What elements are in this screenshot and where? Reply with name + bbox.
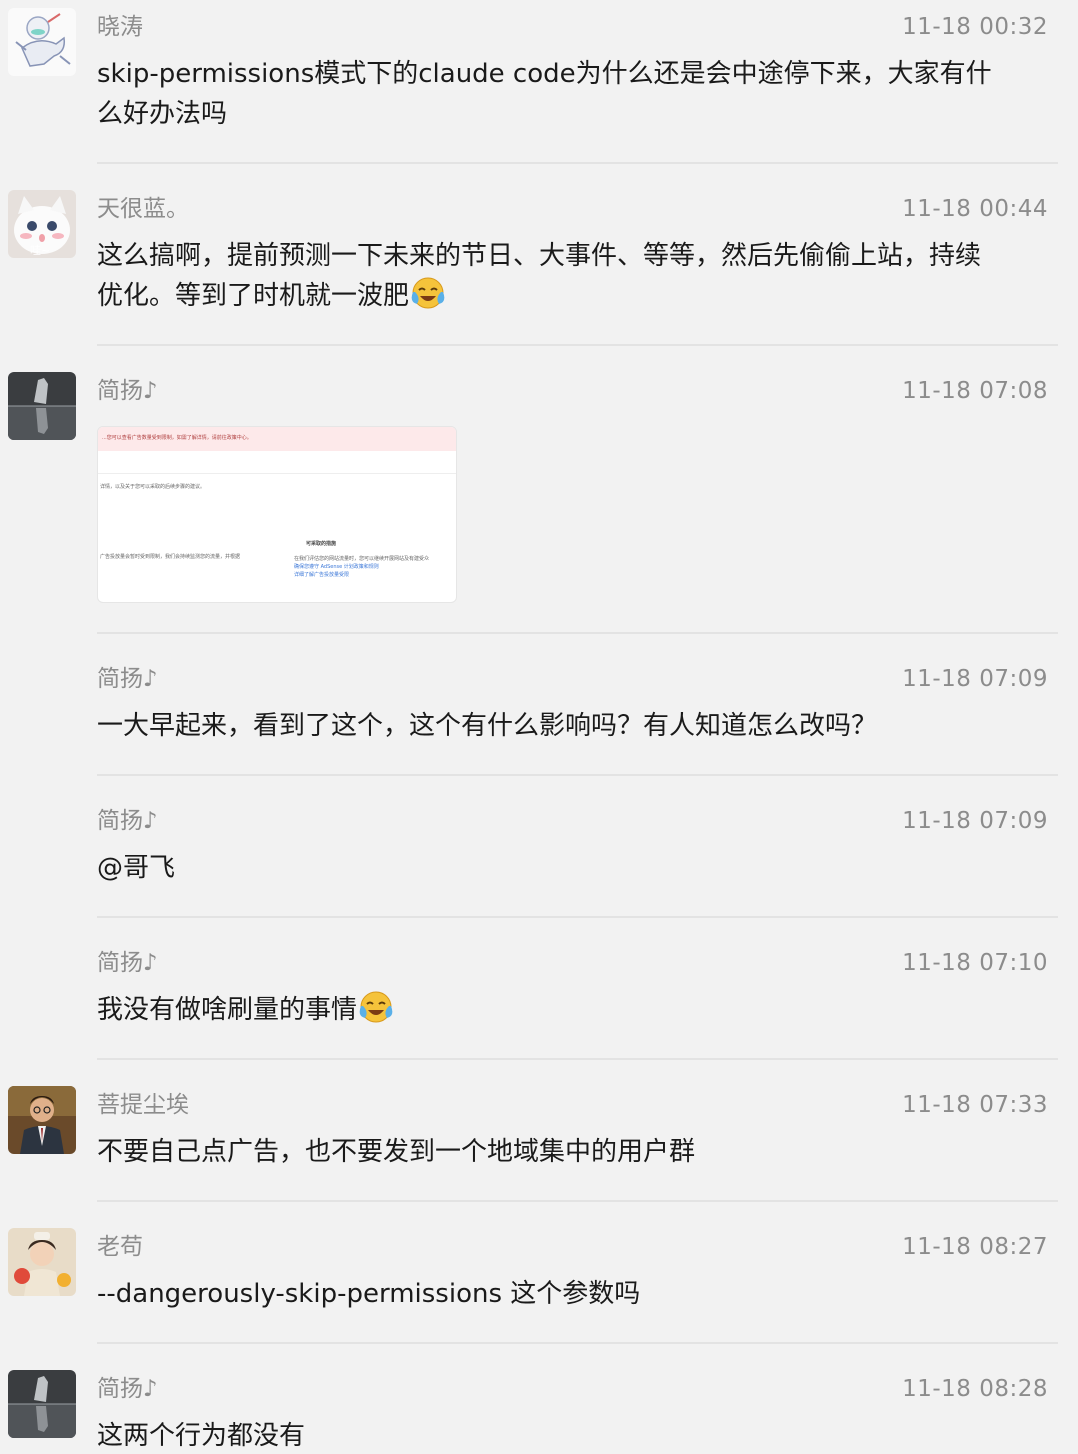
image-body-text: 详情，以及关于您可以采取的后续步骤的建议。 <box>100 484 206 490</box>
message-text[interactable]: skip-permissions模式下的claude code为什么还是会中途停… <box>97 54 1057 134</box>
text-line: --dangerously-skip-permissions 这个参数吗 <box>97 1279 641 1309</box>
face-with-tears-emoji-icon <box>411 276 445 310</box>
text-line: 我没有做啥刷量的事情 <box>97 990 1057 1030</box>
message-text[interactable]: 这两个行为都没有 <box>97 1416 1057 1454</box>
chat-history: 晓涛 11-18 00:32 skip-permissions模式下的claud… <box>0 0 1078 1454</box>
message-text[interactable]: 不要自己点广告，也不要发到一个地域集中的用户群 <box>97 1132 1057 1172</box>
divider <box>97 916 1058 918</box>
sender-name: 简扬♪ <box>97 950 158 976</box>
message-time: 11-18 07:10 <box>902 950 1048 976</box>
sender-name: 天很蓝。 <box>97 196 189 222</box>
divider <box>97 774 1058 776</box>
image-left-text: 广告投放量会暂时受到限制，我们会持续监测您的流量，并根据 <box>100 554 241 560</box>
divider <box>97 1342 1058 1344</box>
message-text[interactable]: 我没有做啥刷量的事情 <box>97 990 1057 1030</box>
sender-name: 简扬♪ <box>97 666 158 692</box>
text-line: 不要自己点广告，也不要发到一个地域集中的用户群 <box>97 1137 696 1167</box>
message-time: 11-18 00:32 <box>902 14 1048 40</box>
message-time: 11-18 08:27 <box>902 1234 1048 1260</box>
divider <box>97 632 1058 634</box>
avatar[interactable] <box>8 372 76 440</box>
text-line: skip-permissions模式下的claude code为什么还是会中途停… <box>97 59 992 89</box>
divider <box>97 344 1058 346</box>
sender-name: 简扬♪ <box>97 378 158 404</box>
image-attachment[interactable]: ...您可以查看广告数量受到限制，如需了解详情，请前往政策中心。 详情，以及关于… <box>97 426 457 603</box>
avatar[interactable] <box>8 1370 76 1438</box>
message-text[interactable]: --dangerously-skip-permissions 这个参数吗 <box>97 1274 1057 1314</box>
image-divider <box>98 473 456 474</box>
image-bullet: 确保您遵守 AdSense 计划政策和规则 <box>294 564 379 570</box>
message-text[interactable]: 一大早起来，看到了这个，这个有什么影响吗？有人知道怎么改吗？ <box>97 706 1057 746</box>
sender-name: 菩提尘埃 <box>97 1092 189 1118</box>
divider <box>97 1058 1058 1060</box>
text-line-content: 我没有做啥刷量的事情 <box>97 995 358 1025</box>
image-bullet: 详细了解广告投放量受限 <box>294 572 350 578</box>
face-with-tears-emoji-icon <box>359 990 393 1024</box>
message-time: 11-18 08:28 <box>902 1376 1048 1402</box>
text-line: 优化。等到了时机就一波肥 <box>97 276 1057 316</box>
text-line-content: 优化。等到了时机就一波肥 <box>97 281 410 311</box>
avatar[interactable] <box>8 8 76 76</box>
avatar[interactable]: 哇~ <box>8 190 76 258</box>
message-time: 11-18 07:09 <box>902 808 1048 834</box>
message-text[interactable]: @哥飞 <box>97 848 1057 888</box>
text-line: @哥飞 <box>97 853 176 883</box>
avatar[interactable] <box>8 1086 76 1154</box>
sender-name: 简扬♪ <box>97 808 158 834</box>
sender-name: 老苟 <box>97 1234 143 1260</box>
avatar-caption: 哇~ <box>30 244 50 257</box>
avatar[interactable] <box>8 1228 76 1296</box>
divider <box>97 1200 1058 1202</box>
divider <box>97 162 1058 164</box>
message-text[interactable]: 这么搞啊，提前预测一下未来的节日、大事件、等等，然后先偷偷上站，持续 优化。等到… <box>97 236 1057 316</box>
message-time: 11-18 00:44 <box>902 196 1048 222</box>
image-bullet: 在我们评估您的网站流量时，您可以继续开展网站及有建受众 <box>294 556 430 562</box>
sender-name: 简扬♪ <box>97 1376 158 1402</box>
image-banner-text: ...您可以查看广告数量受到限制，如需了解详情，请前往政策中心。 <box>102 435 252 441</box>
sender-name: 晓涛 <box>97 14 143 40</box>
message-time: 11-18 07:08 <box>902 378 1048 404</box>
text-line: 一大早起来，看到了这个，这个有什么影响吗？有人知道怎么改吗？ <box>97 711 878 741</box>
text-line: 这么搞啊，提前预测一下未来的节日、大事件、等等，然后先偷偷上站，持续 <box>97 241 982 271</box>
message-time: 11-18 07:09 <box>902 666 1048 692</box>
text-line: 么好办法吗 <box>97 99 228 129</box>
image-actions-title: 可采取的措施 <box>306 541 337 547</box>
message-time: 11-18 07:33 <box>902 1092 1048 1118</box>
text-line: 这两个行为都没有 <box>97 1421 306 1451</box>
